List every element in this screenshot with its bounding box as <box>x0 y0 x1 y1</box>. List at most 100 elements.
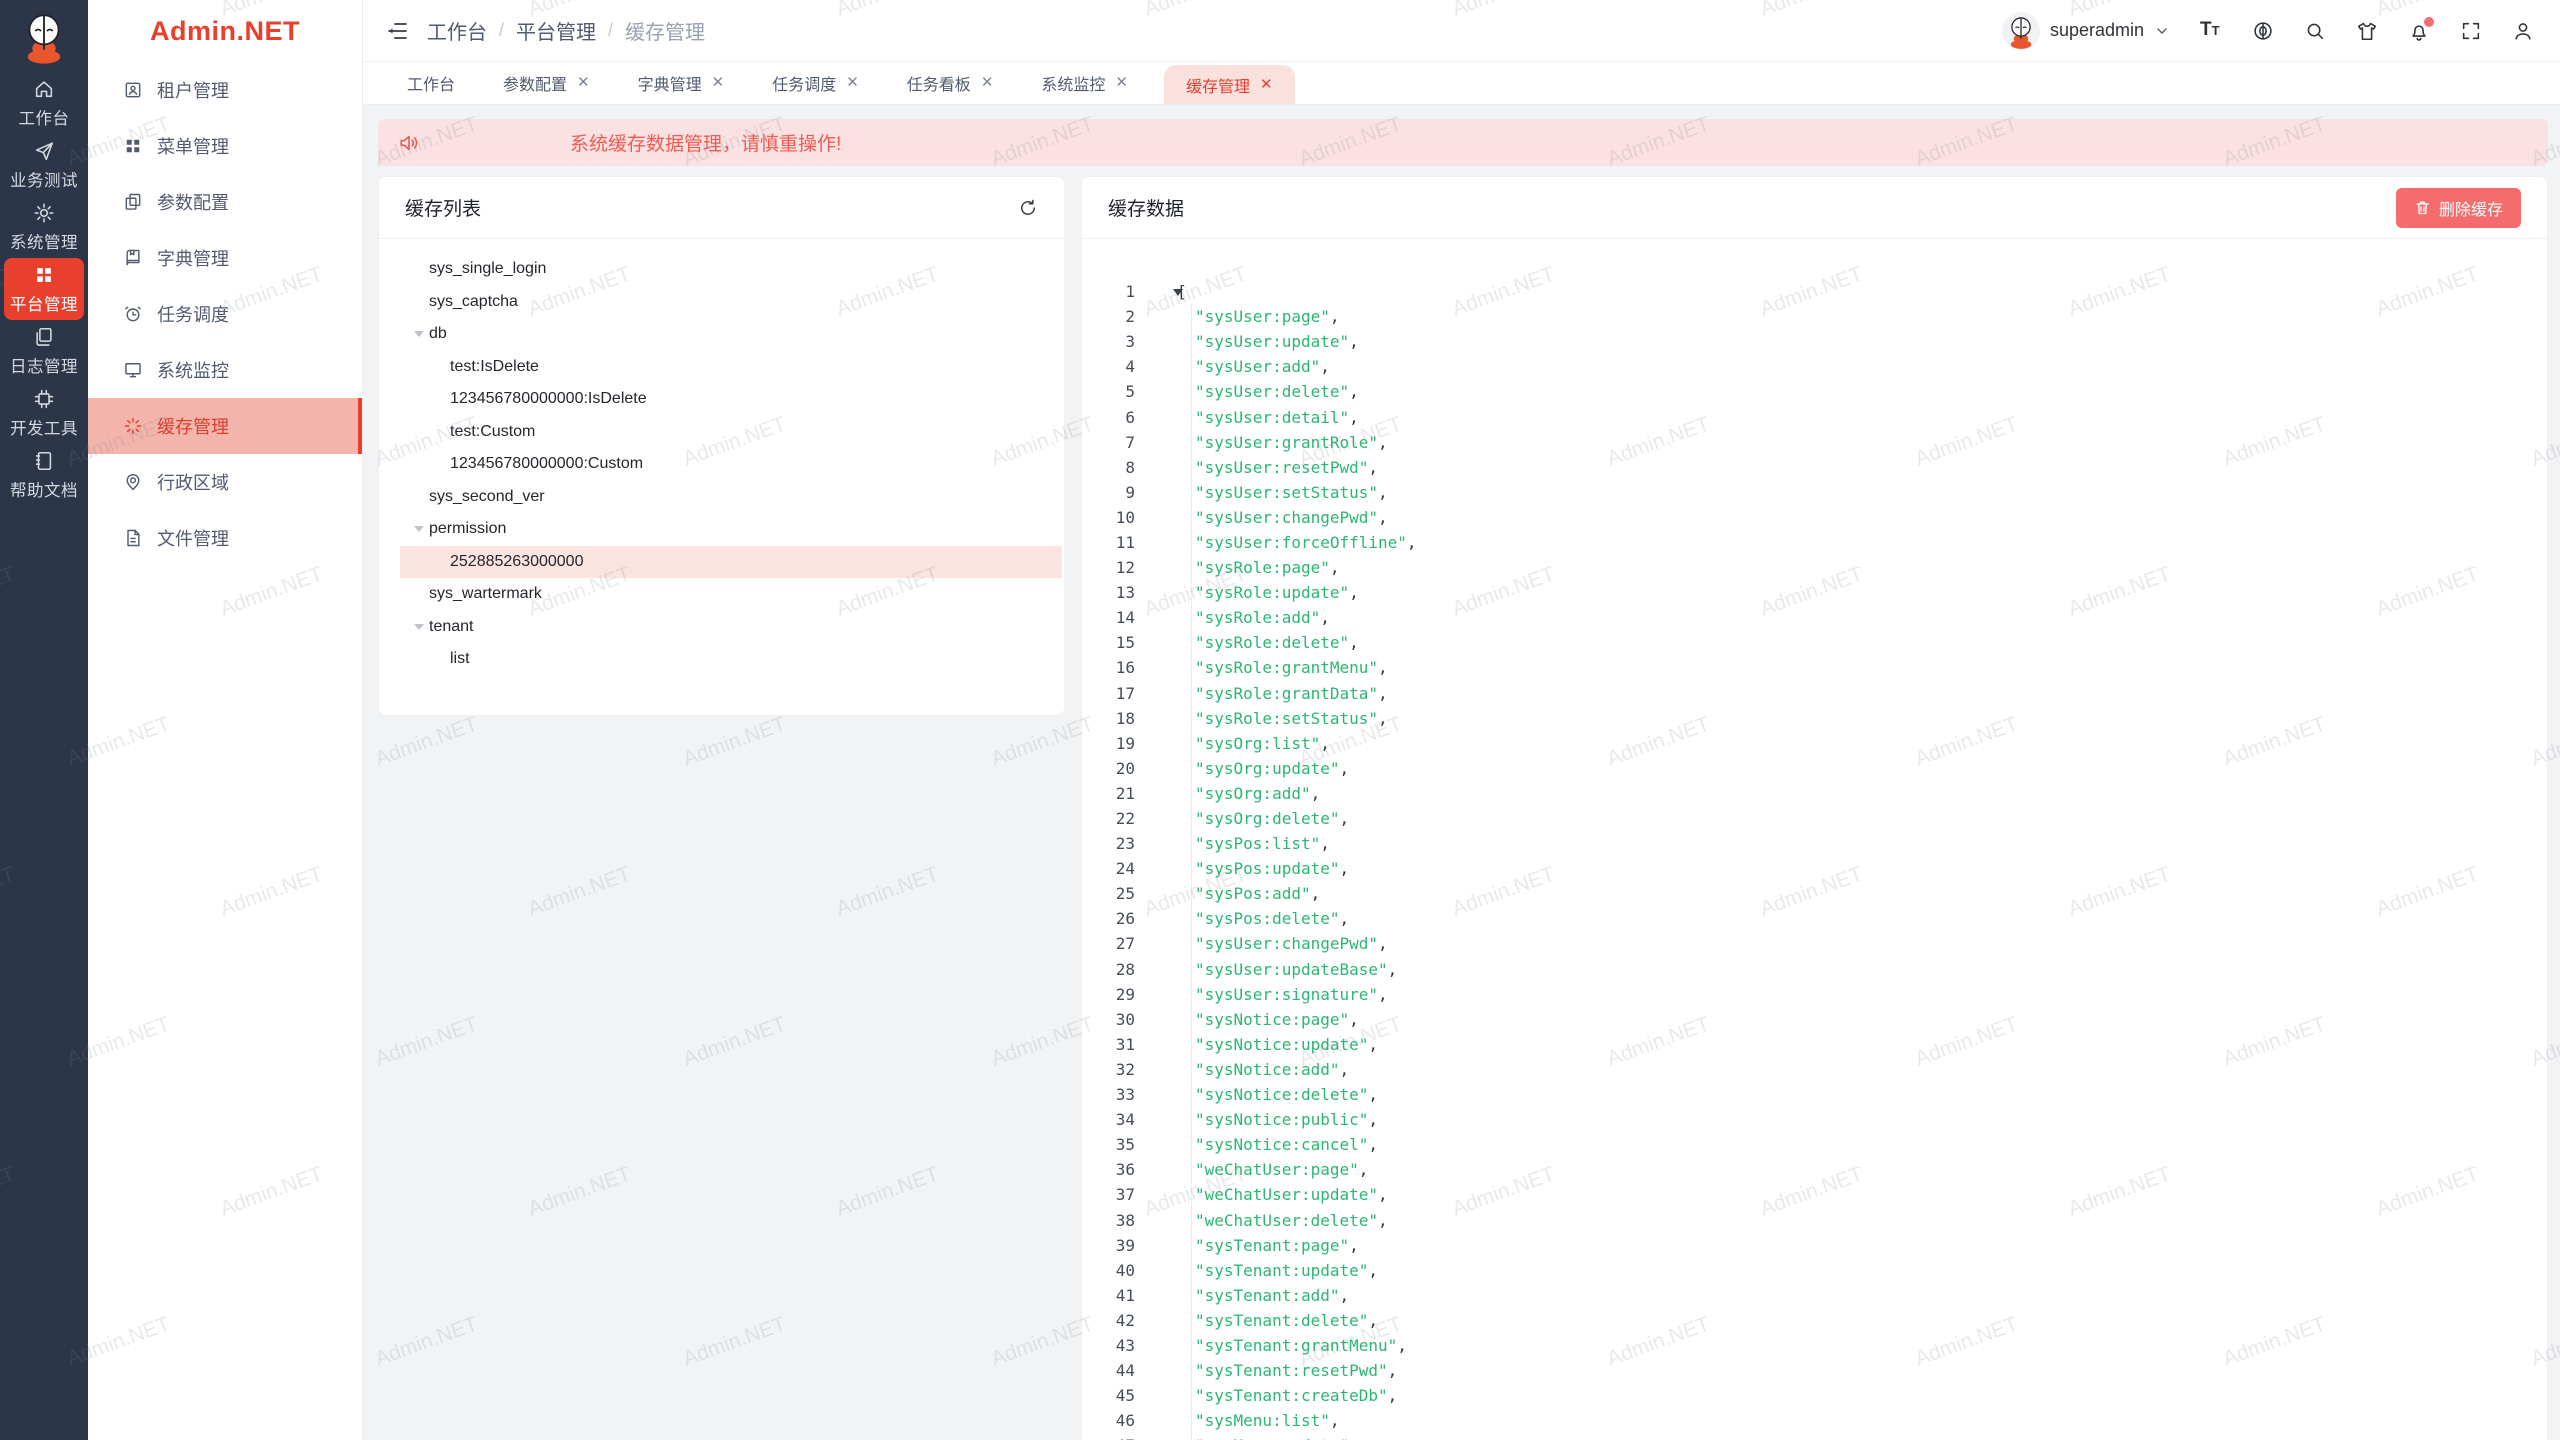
code-line-content: "sysRole:grantData", <box>1135 684 1388 703</box>
code-line-content: "sysOrg:update", <box>1135 759 1349 778</box>
code-line-content: "sysUser:grantRole", <box>1135 433 1388 452</box>
code-line: 37 "weChatUser:update", <box>1082 1182 2547 1207</box>
cache-tree-node[interactable]: db <box>400 318 1062 351</box>
code-line-content: "sysOrg:add", <box>1135 784 1320 803</box>
primary-sidebar-item[interactable]: 平台管理 <box>4 258 84 320</box>
secondary-sidebar-item[interactable]: 租户管理 <box>88 62 362 118</box>
secondary-sidebar-item[interactable]: 文件管理 <box>88 510 362 566</box>
breadcrumb-item[interactable]: 工作台 <box>427 16 487 45</box>
menu-grid-icon <box>123 136 143 156</box>
code-line: 36 "weChatUser:page", <box>1082 1157 2547 1182</box>
code-line: 47 "sysMenu:update", <box>1082 1433 2547 1440</box>
cache-tree-node-label: list <box>450 650 470 668</box>
code-line-content: "sysUser:add", <box>1135 357 1330 376</box>
primary-sidebar-item[interactable]: 工作台 <box>4 72 84 134</box>
code-line-number: 13 <box>1082 583 1135 602</box>
cache-tree-node[interactable]: list <box>400 643 1062 676</box>
primary-sidebar-item[interactable]: 帮助文档 <box>4 444 84 506</box>
notification-icon[interactable] <box>2408 20 2430 42</box>
secondary-sidebar-item[interactable]: 缓存管理 <box>88 398 362 454</box>
code-line: 42 "sysTenant:delete", <box>1082 1308 2547 1333</box>
tree-caret-icon[interactable] <box>414 526 429 532</box>
primary-sidebar-item[interactable]: 开发工具 <box>4 382 84 444</box>
cache-tree-node[interactable]: test:Custom <box>400 416 1062 449</box>
cache-tree-node[interactable]: permission <box>400 513 1062 546</box>
tab-close-icon[interactable]: ✕ <box>577 75 590 90</box>
code-line: 1 [ <box>1082 279 2547 304</box>
tab-close-icon[interactable]: ✕ <box>846 75 859 90</box>
primary-sidebar-item[interactable]: 业务测试 <box>4 134 84 196</box>
secondary-sidebar-item[interactable]: 行政区域 <box>88 454 362 510</box>
cache-tree-node[interactable]: sys_captcha <box>400 286 1062 319</box>
code-line: 32 "sysNotice:add", <box>1082 1057 2547 1082</box>
secondary-sidebar-item-label: 参数配置 <box>157 189 229 215</box>
code-line-content: "sysMenu:list", <box>1135 1411 1340 1430</box>
breadcrumb-item[interactable]: 平台管理 <box>516 16 596 45</box>
code-line-content: "sysUser:changePwd", <box>1135 934 1388 953</box>
tab[interactable]: 字典管理 ✕ <box>626 61 737 104</box>
primary-sidebar-item[interactable]: 日志管理 <box>4 320 84 382</box>
code-line: 11 "sysUser:forceOffline", <box>1082 530 2547 555</box>
tab[interactable]: 任务调度 ✕ <box>760 61 871 104</box>
primary-sidebar-item[interactable]: 系统管理 <box>4 196 84 258</box>
secondary-sidebar-item[interactable]: 参数配置 <box>88 174 362 230</box>
primary-sidebar: 工作台 业务测试 系统管理 平台管理 日志管理 开发工具 帮助文档 <box>0 0 88 1440</box>
tab[interactable]: 工作台 <box>395 61 467 104</box>
region-icon <box>123 472 143 492</box>
code-line: 43 "sysTenant:grantMenu", <box>1082 1333 2547 1358</box>
refresh-icon[interactable] <box>1018 198 1038 218</box>
code-line-number: 43 <box>1082 1336 1135 1355</box>
cache-tree-node[interactable]: sys_second_ver <box>400 481 1062 514</box>
code-line-content: "sysPos:delete", <box>1135 909 1349 928</box>
cache-json-viewer: 1 [ 2 "sysUser:page", 3 "sysUser:update"… <box>1082 239 2547 1440</box>
code-line: 3 "sysUser:update", <box>1082 329 2547 354</box>
secondary-sidebar-item-label: 系统监控 <box>157 357 229 383</box>
tree-caret-icon[interactable] <box>414 331 429 337</box>
fullscreen-icon[interactable] <box>2460 20 2482 42</box>
user-menu[interactable]: superadmin <box>2002 12 2170 50</box>
cache-tree-node[interactable]: 252885263000000 <box>400 546 1062 579</box>
secondary-sidebar-item[interactable]: 菜单管理 <box>88 118 362 174</box>
monitor-icon <box>123 360 143 380</box>
tab-label: 参数配置 <box>503 71 567 95</box>
secondary-sidebar-item-label: 文件管理 <box>157 525 229 551</box>
code-line: 41 "sysTenant:add", <box>1082 1283 2547 1308</box>
tab[interactable]: 参数配置 ✕ <box>491 61 602 104</box>
code-line: 24 "sysPos:update", <box>1082 856 2547 881</box>
delete-cache-button[interactable]: 删除缓存 <box>2396 188 2521 228</box>
code-line-content: "sysTenant:delete", <box>1135 1311 1378 1330</box>
collapse-caret-icon[interactable] <box>1173 289 1183 296</box>
tab-close-icon[interactable]: ✕ <box>1115 75 1128 90</box>
tab-close-icon[interactable]: ✕ <box>981 75 994 90</box>
secondary-sidebar-item[interactable]: 字典管理 <box>88 230 362 286</box>
primary-sidebar-item-label: 日志管理 <box>10 353 78 377</box>
tab[interactable]: 任务看板 ✕ <box>895 61 1006 104</box>
secondary-sidebar-item[interactable]: 任务调度 <box>88 286 362 342</box>
search-icon[interactable] <box>2304 20 2326 42</box>
cache-tree-node-label: permission <box>429 520 506 538</box>
language-icon[interactable] <box>2252 20 2274 42</box>
app-logo-avatar[interactable] <box>16 10 72 66</box>
code-line-content: "sysNotice:public", <box>1135 1110 1378 1129</box>
code-line: 6 "sysUser:detail", <box>1082 404 2547 429</box>
tab-close-icon[interactable]: ✕ <box>1260 77 1273 92</box>
cache-tree-node[interactable]: 123456780000000:Custom <box>400 448 1062 481</box>
cache-data-panel-header: 缓存数据 删除缓存 <box>1082 177 2547 239</box>
tab[interactable]: 系统监控 ✕ <box>1029 61 1140 104</box>
cache-tree-node[interactable]: sys_wartermark <box>400 578 1062 611</box>
cache-tree-node[interactable]: sys_single_login <box>400 253 1062 286</box>
cache-tree-node[interactable]: test:IsDelete <box>400 351 1062 384</box>
menu-fold-icon[interactable] <box>385 19 409 43</box>
tab-close-icon[interactable]: ✕ <box>712 75 725 90</box>
primary-sidebar-item-label: 工作台 <box>19 105 70 129</box>
tree-caret-icon[interactable] <box>414 624 429 630</box>
cache-tree-node[interactable]: 123456780000000:IsDelete <box>400 383 1062 416</box>
tab[interactable]: 缓存管理 ✕ <box>1164 65 1295 104</box>
font-size-icon[interactable]: TT <box>2200 20 2222 42</box>
code-line: 23 "sysPos:list", <box>1082 831 2547 856</box>
user-icon[interactable] <box>2512 20 2534 42</box>
cache-tree-node[interactable]: tenant <box>400 611 1062 644</box>
secondary-sidebar-item[interactable]: 系统监控 <box>88 342 362 398</box>
theme-icon[interactable] <box>2356 20 2378 42</box>
secondary-sidebar-item-label: 缓存管理 <box>157 413 229 439</box>
